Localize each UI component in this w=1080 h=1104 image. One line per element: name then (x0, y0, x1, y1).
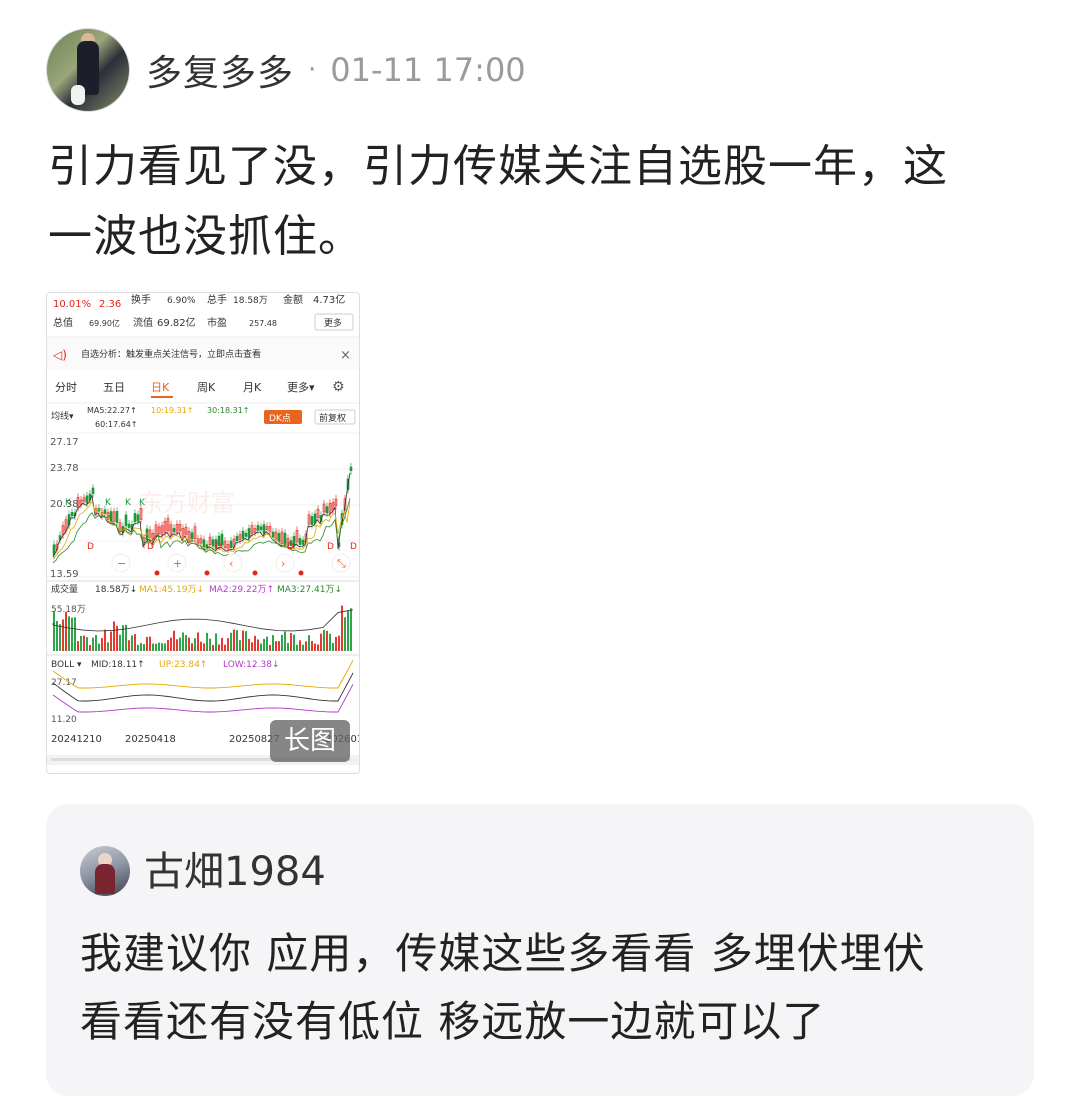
turnover-label: 换手 (131, 293, 151, 306)
reply-body: 我建议你 应用，传媒这些多看看 多埋伏埋伏 看看还有没有低位 移远放一边就可以了 (80, 920, 1000, 1056)
chart-tab[interactable]: 月K (243, 381, 262, 394)
mktcap-value: 69.90亿 (89, 318, 120, 328)
vma3-legend: MA3:27.41万↓ (277, 585, 342, 595)
mktcap-label: 总值 (53, 316, 73, 329)
boll-hi-label: 27.17 (51, 678, 77, 688)
svg-text:+: + (173, 557, 182, 570)
author-avatar[interactable] (46, 28, 130, 112)
vol-top-label: 55.18万 (51, 605, 86, 615)
boll-mid: MID:18.11↑ (91, 660, 145, 670)
volume-label: 总手 (207, 293, 227, 306)
pe-value: 257.48 (249, 319, 277, 328)
boll-up: UP:23.84↑ (159, 660, 207, 670)
signal-marker: D (287, 542, 294, 552)
chart-tab[interactable]: 日K (151, 381, 170, 394)
signal-marker: D (350, 542, 357, 552)
notice-text: 自选分析：触发重点关注信号，立即点击查看 (81, 348, 261, 360)
chart-tabs: 分时 五日 日K 周K 月K 更多▾ (55, 380, 315, 398)
ma60-legend: 60:17.64↑ (95, 420, 137, 429)
svg-text:‹: ‹ (229, 557, 233, 570)
reply-text-line: 看看还有没有低位 移远放一边就可以了 (80, 997, 826, 1046)
signal-marker: D (327, 542, 334, 552)
speaker-icon: ◁) (52, 348, 67, 362)
more-button-label: 更多 (324, 317, 342, 329)
gear-icon: ⚙ (332, 379, 345, 395)
boll-selector: BOLL ▾ (51, 660, 82, 670)
price-label-3: 20.38 (50, 499, 79, 510)
ma30-legend: 30:18.31↑ (207, 406, 249, 415)
ma5-legend: MA5:22.27↑ (87, 406, 137, 415)
post-text-line: 一波也没抓住。 (48, 211, 363, 262)
svg-text:›: › (281, 557, 285, 570)
float-label: 流值 (133, 316, 153, 329)
reply-author-avatar[interactable] (80, 846, 130, 896)
chart-tab[interactable]: 分时 (55, 381, 77, 394)
vma2-legend: MA2:29.22万↑ (209, 585, 274, 595)
volume-value: 18.58万 (233, 296, 268, 306)
long-image-badge: 长图 (270, 720, 350, 762)
chart-tab[interactable]: 周K (197, 381, 216, 394)
svg-text:⤡: ⤡ (337, 557, 346, 570)
vol-selector: 成交量 (51, 583, 78, 595)
author-name[interactable]: 多复多多 (146, 44, 294, 96)
reply-text-line: 我建议你 应用，传媒这些多看看 多埋伏埋伏 (80, 929, 926, 978)
adjust-button-label: 前复权 (319, 412, 346, 424)
signal-marker: D (147, 542, 154, 552)
post-body: 引力看见了没，引力传媒关注自选股一年，这 一波也没抓住。 (48, 132, 1038, 272)
signal-marker: D (87, 542, 94, 552)
watermark: 东方财富 (139, 489, 235, 517)
chart-tab[interactable]: 更多▾ (287, 380, 315, 394)
price-label-lo: 13.59 (50, 569, 79, 580)
vma1-legend: MA1:45.19万↓ (139, 585, 204, 595)
signal-marker: D (215, 542, 222, 552)
pe-label: 市盈 (207, 316, 227, 329)
amount-value: 4.73亿 (313, 293, 345, 306)
price-label-2: 23.78 (50, 463, 79, 474)
price-change: 2.36 (99, 299, 121, 310)
turnover-value: 6.90% (167, 296, 196, 306)
separator-dot: · (308, 55, 317, 85)
ma10-legend: 10:19.31↑ (151, 406, 193, 415)
stock-chart-image[interactable]: 10.01% 2.36 换手 6.90% 总手 18.58万 金额 4.73亿 … (46, 292, 360, 774)
post-time: 01-11 17:00 (330, 51, 526, 89)
post-text-line: 引力看见了没，引力传媒关注自选股一年，这 (48, 141, 948, 192)
chart-tab[interactable]: 五日 (103, 381, 125, 394)
post-header: 多复多多 · 01-11 17:00 (46, 28, 526, 112)
close-icon: × (340, 348, 351, 363)
boll-lo-label: 11.20 (51, 715, 77, 725)
boll-low: LOW:12.38↓ (223, 660, 280, 670)
ma-selector: 均线▾ (51, 410, 74, 422)
date-label: 20241210 (51, 734, 102, 745)
float-value: 69.82亿 (157, 316, 196, 329)
reply-card[interactable]: 古畑1984 我建议你 应用，传媒这些多看看 多埋伏埋伏 看看还有没有低位 移远… (46, 804, 1034, 1096)
price-label-hi: 27.17 (50, 437, 79, 448)
dk-button-label: DK点 (269, 413, 291, 424)
reply-author-name[interactable]: 古畑1984 (144, 846, 326, 898)
vol-value: 18.58万↓ (95, 585, 137, 595)
date-label: 20250418 (125, 734, 176, 745)
pct-change: 10.01% (53, 299, 91, 310)
amount-label: 金额 (283, 293, 303, 306)
svg-text:−: − (117, 557, 126, 570)
